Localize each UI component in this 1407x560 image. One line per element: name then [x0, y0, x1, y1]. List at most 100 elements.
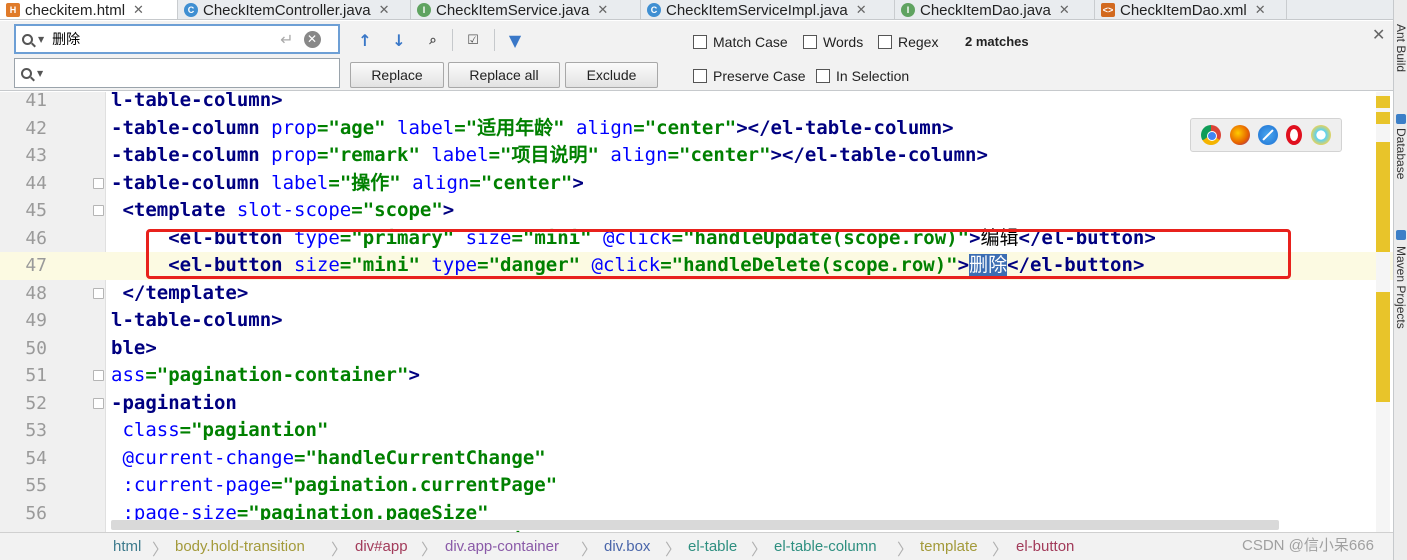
code-line[interactable]: 44 -table-column label="操作" align="center… [0, 170, 1393, 198]
search-icon[interactable] [22, 33, 33, 45]
chevron-right-icon: 〉 [665, 540, 682, 559]
breadcrumb-item[interactable]: div.app-container [445, 538, 559, 555]
breadcrumb-item[interactable]: el-table [688, 538, 737, 555]
code-line[interactable]: 45 <template slot-scope="scope"> [0, 197, 1393, 225]
xml-file-icon: <> [1101, 3, 1115, 17]
firefox-icon[interactable] [1229, 125, 1250, 145]
search-field[interactable]: ▼ ↵ ✕ [14, 24, 340, 54]
maven-icon [1396, 230, 1406, 240]
regex-checkbox[interactable]: Regex [878, 34, 938, 50]
chevron-right-icon: 〉 [897, 540, 914, 559]
add-selection-icon[interactable]: ☑ [462, 29, 484, 51]
watermark: CSDN @信小呆666 [1242, 537, 1374, 554]
internet-explorer-icon[interactable] [1310, 125, 1331, 145]
chevron-right-icon: 〉 [992, 540, 1009, 559]
close-icon[interactable]: ✕ [1059, 2, 1070, 18]
breadcrumb-item[interactable]: el-button [1016, 538, 1074, 555]
code-line[interactable]: 48 </template> [0, 280, 1393, 308]
new-line-icon[interactable]: ↵ [280, 30, 293, 49]
code-line[interactable]: 53 class="pagiantion" [0, 417, 1393, 445]
fold-marker-icon[interactable] [93, 370, 104, 381]
match-marker[interactable] [1376, 292, 1390, 402]
line-number: 49 [25, 310, 47, 331]
preserve-case-checkbox[interactable]: Preserve Case [693, 68, 806, 84]
replace-button[interactable]: Replace [350, 62, 444, 88]
chevron-right-icon: 〉 [751, 540, 768, 559]
close-icon[interactable]: ✕ [379, 2, 390, 18]
breadcrumb: html 〉 body.hold-transition 〉 div#app 〉 … [0, 532, 1393, 560]
breadcrumb-item[interactable]: html [113, 538, 141, 555]
in-selection-checkbox[interactable]: In Selection [816, 68, 909, 84]
code-line[interactable]: 52 -pagination [0, 390, 1393, 418]
breadcrumb-item[interactable]: body.hold-transition [175, 538, 305, 555]
highlight-annotation-box [146, 229, 1291, 279]
code-line[interactable]: 42 -table-column prop="age" label="适用年龄" … [0, 115, 1393, 143]
chevron-down-icon[interactable]: ▼ [37, 69, 43, 78]
words-checkbox[interactable]: Words [803, 34, 863, 50]
chevron-right-icon: 〉 [152, 540, 169, 559]
chevron-down-icon[interactable]: ▼ [38, 35, 44, 44]
code-line[interactable]: 50 ble> [0, 335, 1393, 363]
search-input[interactable] [52, 31, 273, 47]
line-number: 53 [25, 420, 47, 441]
chevron-right-icon: 〉 [581, 540, 598, 559]
close-icon[interactable]: ✕ [1255, 2, 1266, 18]
close-icon[interactable]: ✕ [856, 2, 867, 18]
replace-field[interactable]: ▼ [14, 58, 340, 88]
fold-marker-icon[interactable] [93, 177, 104, 189]
code-text: ble> [111, 336, 157, 359]
code-line[interactable]: 55 :current-page="pagination.currentPage… [0, 472, 1393, 500]
horizontal-scrollbar[interactable] [111, 520, 1279, 530]
fold-marker-icon[interactable] [93, 397, 104, 409]
ant-build-tool-button[interactable]: Ant Build [1394, 24, 1407, 72]
clear-icon[interactable]: ✕ [303, 30, 321, 48]
search-icon[interactable] [21, 67, 32, 79]
safari-icon[interactable] [1257, 125, 1278, 145]
breadcrumb-item[interactable]: el-table-column [774, 538, 877, 555]
select-all-occurrences-icon[interactable]: ⌕ [422, 29, 444, 51]
line-number: 52 [25, 392, 47, 414]
line-number: 43 [25, 145, 47, 166]
previous-occurrence-icon[interactable]: ↑ [354, 29, 376, 51]
code-line[interactable]: 51 ass="pagination-container"> [0, 362, 1393, 390]
match-case-checkbox[interactable]: Match Case [693, 34, 788, 50]
replace-input[interactable] [51, 65, 272, 81]
breadcrumb-item[interactable]: div.box [604, 538, 650, 555]
match-marker[interactable] [1376, 112, 1390, 124]
filter-icon[interactable]: ▼ [504, 29, 526, 51]
fold-marker-icon[interactable] [93, 205, 104, 216]
code-line[interactable]: 49 l-table-column> [0, 307, 1393, 335]
database-tool-button[interactable]: Database [1394, 128, 1407, 179]
maven-projects-tool-button[interactable]: Maven Projects [1394, 246, 1407, 329]
editor-tab-bar: H checkitem.html ✕ C CheckItemController… [0, 0, 1393, 20]
code-text: <template slot-scope="scope"> [122, 199, 455, 221]
tab-checkitemservice-java[interactable]: I CheckItemService.java ✕ [411, 0, 641, 19]
close-icon[interactable]: ✕ [597, 2, 608, 18]
exclude-button[interactable]: Exclude [565, 62, 658, 88]
breadcrumb-item[interactable]: div#app [355, 538, 408, 555]
close-icon[interactable]: ✕ [133, 2, 144, 18]
chrome-icon[interactable] [1201, 125, 1222, 145]
tab-checkitemserviceimpl-java[interactable]: C CheckItemServiceImpl.java ✕ [641, 0, 895, 19]
code-line[interactable]: 54 @current-change="handleCurrentChange" [0, 445, 1393, 473]
chevron-right-icon: 〉 [331, 540, 348, 559]
replace-all-button[interactable]: Replace all [448, 62, 560, 88]
close-icon[interactable]: ✕ [1372, 25, 1385, 44]
breadcrumb-item[interactable]: template [920, 538, 978, 555]
tab-checkitemdao-xml[interactable]: <> CheckItemDao.xml ✕ [1095, 0, 1287, 19]
code-text: class="pagiantion" [122, 419, 329, 441]
match-marker[interactable] [1376, 142, 1390, 252]
tab-checkitem-html[interactable]: H checkitem.html ✕ [0, 0, 178, 19]
browser-preview-bar [1190, 118, 1342, 152]
tab-checkitemcontroller-java[interactable]: C CheckItemController.java ✕ [178, 0, 411, 19]
next-occurrence-icon[interactable]: ↓ [388, 29, 410, 51]
fold-marker-icon[interactable] [93, 287, 104, 299]
code-line[interactable]: 43 -table-column prop="remark" label="项目说… [0, 142, 1393, 170]
opera-icon[interactable] [1286, 125, 1303, 145]
class-icon: C [184, 3, 198, 17]
tab-checkitemdao-java[interactable]: I CheckItemDao.java ✕ [895, 0, 1095, 19]
code-line[interactable]: 41 l-table-column> [0, 92, 1393, 115]
line-number: 45 [25, 200, 47, 221]
code-editor[interactable]: 41 l-table-column> 42 -table-column prop="a… [0, 92, 1393, 532]
match-marker[interactable] [1376, 96, 1390, 108]
